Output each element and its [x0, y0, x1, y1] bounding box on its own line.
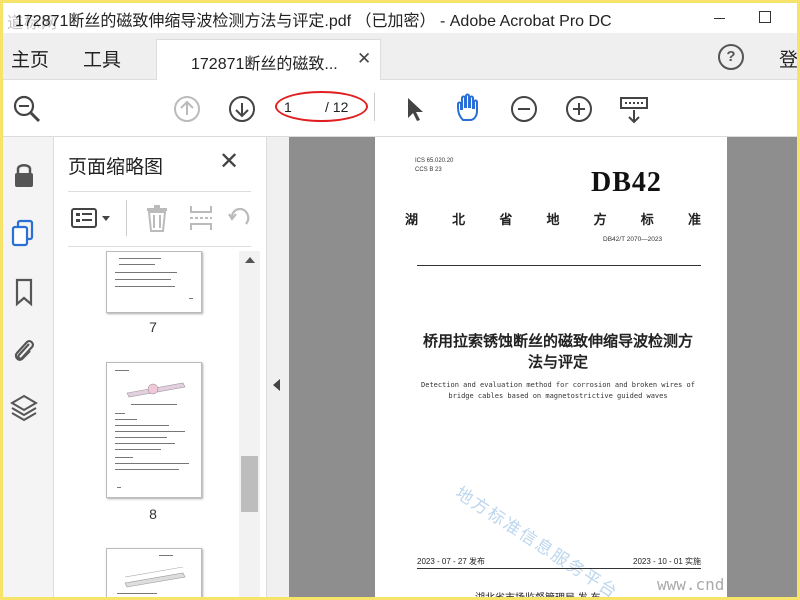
page-thumbnails-icon[interactable]	[8, 217, 40, 251]
minimize-button[interactable]	[700, 3, 740, 33]
standard-type-heading: 湖 北 省 地 方 标 准	[405, 212, 701, 227]
scroll-up-icon[interactable]	[244, 255, 256, 265]
thumbnail-tools	[68, 191, 251, 247]
pdf-page: ICS 65.020.20 CCS B 23 DB42 湖 北 省 地 方 标 …	[375, 137, 727, 597]
title-bar: 道标网 172871断丝的磁致伸缩导波检测方法与评定.pdf （已加密） - A…	[3, 3, 797, 33]
standard-code: DB42	[591, 167, 662, 198]
tab-close-icon[interactable]: ✕	[357, 49, 371, 69]
next-page-icon[interactable]	[228, 95, 256, 123]
delete-page-icon[interactable]	[144, 203, 170, 233]
previous-page-icon[interactable]	[173, 95, 201, 123]
thumbnail-page-7[interactable]	[106, 251, 202, 313]
hand-tool-icon[interactable]	[453, 92, 485, 124]
thumbnail-options-icon[interactable]	[70, 206, 114, 232]
english-title: Detection and evaluation method for corr…	[421, 381, 695, 400]
bookmark-icon[interactable]	[8, 275, 40, 309]
keyboard-scroll-icon[interactable]	[618, 95, 650, 125]
sign-in-button[interactable]: 登	[779, 45, 797, 72]
collapse-panel-strip[interactable]	[267, 137, 289, 597]
menu-home[interactable]: 主页	[11, 45, 49, 72]
left-navigation-rail	[3, 137, 54, 597]
acrobat-window: 道标网 172871断丝的磁致伸缩导波检测方法与评定.pdf （已加密） - A…	[3, 3, 797, 597]
page-thumbnails-panel: 页面缩略图 ✕ 7 8	[54, 137, 267, 597]
page-watermark: 地方标准信息服务平台	[451, 483, 622, 597]
red-annotation-ellipse	[275, 91, 368, 122]
zoom-search-icon[interactable]	[12, 94, 42, 124]
toolbar-divider	[374, 93, 375, 121]
panel-title: 页面缩略图	[68, 157, 164, 178]
lock-icon[interactable]	[8, 159, 40, 191]
toolbar: 1 / 12	[3, 80, 797, 137]
thumbnail-page-9[interactable]	[106, 548, 202, 597]
header-rule	[417, 265, 701, 266]
maximize-button[interactable]	[747, 3, 787, 33]
thumbnail-figure	[126, 382, 186, 398]
implementation-date: 2023 - 10 - 01 实施	[633, 557, 702, 566]
rotate-page-icon[interactable]	[228, 204, 252, 232]
select-cursor-icon[interactable]	[403, 95, 427, 123]
attachment-icon[interactable]	[8, 333, 40, 367]
release-date: 2023 - 07 - 27 发布	[417, 557, 486, 566]
help-button[interactable]: ?	[718, 44, 744, 70]
extract-page-icon[interactable]	[188, 203, 214, 233]
document-view: ICS 65.020.20 CCS B 23 DB42 湖 北 省 地 方 标 …	[267, 137, 797, 597]
window-title: 172871断丝的磁致伸缩导波检测方法与评定.pdf （已加密） - Adobe…	[15, 13, 612, 30]
document-tab-label: 172871断丝的磁致...	[191, 56, 338, 73]
thumbnail-number: 7	[149, 319, 157, 335]
panel-close-icon[interactable]: ✕	[219, 147, 239, 176]
issuer: 湖北省市场监督管理局 发 布	[475, 589, 601, 597]
thumbnail-number: 8	[149, 506, 157, 522]
menu-bar: 主页 工具 172871断丝的磁致... ✕ ? 登	[3, 33, 797, 81]
footer-rule	[417, 568, 701, 569]
menu-tools[interactable]: 工具	[83, 45, 121, 72]
layers-icon[interactable]	[8, 391, 40, 425]
zoom-out-icon[interactable]	[510, 95, 538, 123]
tools-divider	[126, 200, 127, 236]
collapse-panel-icon[interactable]	[273, 379, 280, 391]
thumbnail-page-8[interactable]	[106, 362, 202, 498]
thumbnail-figure	[124, 566, 186, 588]
document-title: 桥用拉索锈蚀断丝的磁致伸缩导波检测方 法与评定	[422, 333, 693, 371]
site-url-watermark: www.cnd	[657, 575, 725, 594]
scrollbar-thumb[interactable]	[241, 456, 258, 512]
document-tab[interactable]: 172871断丝的磁致... ✕	[156, 39, 381, 81]
standard-number: DB42/T 2070—2023	[603, 236, 663, 243]
ics-code: ICS 65.020.20 CCS B 23	[415, 158, 454, 173]
zoom-in-icon[interactable]	[565, 95, 593, 123]
thumbnail-list: 7 8	[54, 251, 244, 597]
thumbnail-scrollbar[interactable]	[239, 251, 260, 597]
